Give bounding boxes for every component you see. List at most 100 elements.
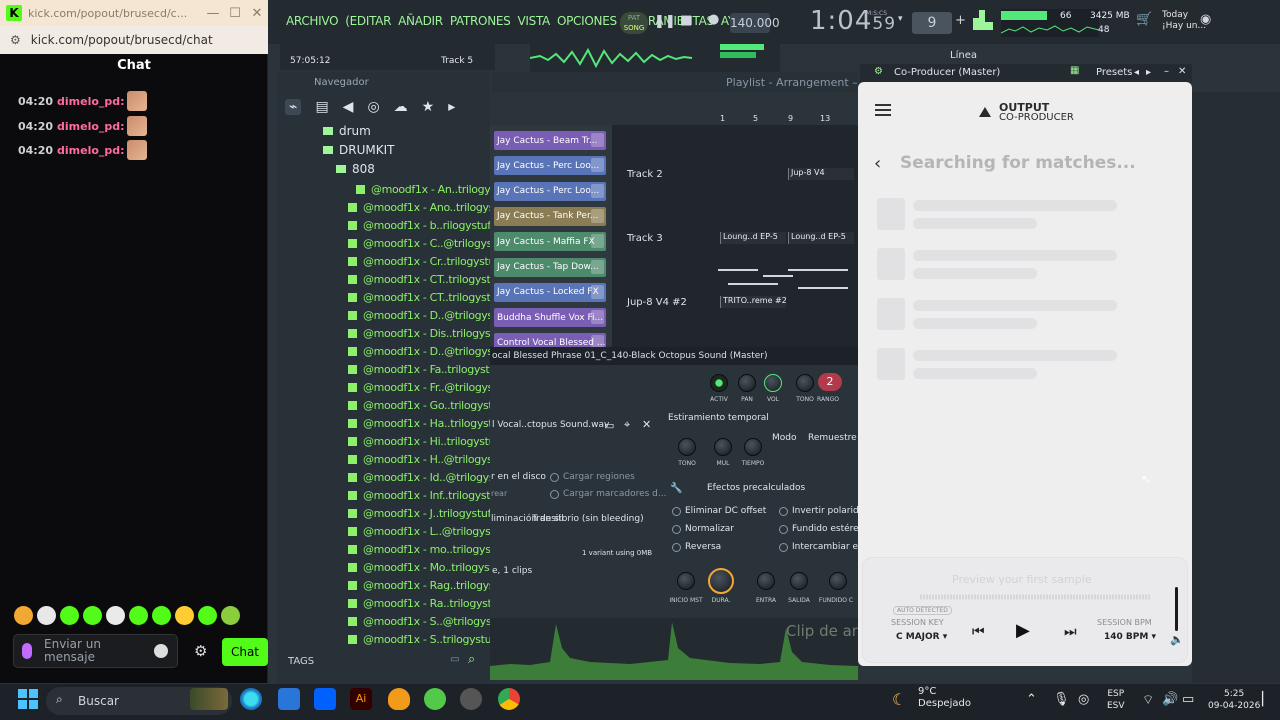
menu-item-patterns[interactable]: PATRONES — [450, 14, 511, 28]
cloud-icon[interactable]: ☁ — [394, 99, 408, 115]
close-icon[interactable]: ✕ — [246, 6, 268, 21]
emoji-icon[interactable] — [154, 644, 168, 658]
file-item[interactable]: @moodf1x - CT..trilogystuff — [348, 270, 504, 288]
edge-icon[interactable] — [240, 688, 262, 710]
file-item[interactable]: @moodf1x - Go..trilogystuff — [348, 396, 506, 414]
pattern-song-toggle[interactable]: PAT SONG — [620, 12, 648, 34]
app-icon[interactable] — [460, 688, 482, 710]
emote-icon[interactable] — [37, 606, 56, 625]
address-bar[interactable]: ⚙ kick.com/popout/brusecd/chat — [0, 26, 268, 54]
shop-cart-icon[interactable]: 🛒 — [1136, 12, 1152, 27]
menu-item-options[interactable]: OPCIONES — [557, 14, 617, 28]
folder-icon[interactable]: ▭ — [604, 419, 614, 432]
load-markers-option[interactable]: Cargar marcadores d... — [550, 489, 666, 499]
session-key-select[interactable]: C MAJOR ▾ — [896, 632, 947, 642]
start-knob[interactable] — [677, 572, 695, 590]
message-user[interactable]: dimelo_pd: — [57, 144, 125, 157]
favorites-icon[interactable]: ★ — [422, 99, 435, 115]
track-label[interactable]: Track 3 — [627, 233, 663, 244]
stretch-pitch-knob[interactable] — [678, 438, 696, 456]
playlist-clip[interactable]: Loung..d EP-5 — [788, 232, 854, 244]
notifications-icon[interactable]: ▏ — [1262, 692, 1272, 707]
snap-selector[interactable]: Línea — [950, 50, 977, 61]
tray-app-icon[interactable]: ◎ — [1078, 692, 1089, 707]
emote-icon[interactable] — [175, 606, 194, 625]
activity-knob[interactable] — [710, 374, 728, 392]
file-item[interactable]: @moodf1x - J..trilogystuff★ — [348, 504, 504, 522]
track-label[interactable]: Jup-8 V4 #2 — [627, 297, 687, 308]
channel-button[interactable]: Buddha Shuffle Vox Fi... — [494, 308, 606, 328]
option-invert-polarity[interactable]: Invertir polarida — [779, 506, 864, 516]
file-item[interactable]: @moodf1x - C..@trilogystuff — [348, 234, 510, 252]
file-item[interactable]: @moodf1x - Inf..trilogystuff — [348, 486, 504, 504]
playlist-clip[interactable]: Jup-8 V4 — [788, 168, 854, 180]
gear-icon[interactable]: ⚙ — [194, 642, 207, 660]
file-item[interactable]: @moodf1x - Mo..trilogystuff — [348, 558, 507, 576]
previous-track-icon[interactable]: ⏮ — [972, 624, 985, 640]
playlist-clip[interactable]: TRITO..reme #2 — [720, 296, 786, 308]
file-item[interactable]: @moodf1x - D..@trilogystuff — [348, 342, 511, 360]
web-icon[interactable]: ◎ — [367, 99, 379, 115]
taskbar-clock[interactable]: 5:25 09-04-2026 — [1208, 688, 1260, 712]
site-settings-icon[interactable]: ⚙ — [10, 33, 21, 47]
file-item[interactable]: @moodf1x - Hi..trilogystuff — [348, 432, 503, 450]
maximize-icon[interactable]: ☐ — [224, 6, 246, 21]
option-stereo-fade[interactable]: Fundido estére — [779, 524, 859, 534]
pattern-add-icon[interactable]: + — [955, 13, 966, 28]
option-swap-stereo[interactable]: Intercambiar es — [779, 542, 863, 552]
all-files-icon[interactable]: ⌁ — [285, 99, 302, 115]
out-knob[interactable] — [790, 572, 808, 590]
file-item[interactable]: @moodf1x - Cr..trilogystuff — [348, 252, 503, 270]
file-item[interactable]: @moodf1x - D..@trilogystuff — [348, 306, 511, 324]
app-icon[interactable] — [278, 688, 300, 710]
windows-start-icon[interactable] — [18, 689, 38, 709]
mode-label[interactable]: Modo — [772, 433, 797, 443]
volume-knob[interactable] — [764, 374, 782, 392]
folder-drum[interactable]: drum — [323, 124, 371, 138]
presets-label[interactable]: Presets — [1096, 67, 1132, 78]
file-item[interactable]: @moodf1x - S..@trilogystuff — [348, 612, 509, 630]
record-icon[interactable]: ● — [708, 12, 719, 27]
file-item[interactable]: @moodf1x - CT..trilogystuff — [348, 288, 504, 306]
file-item[interactable]: @moodf1x - H..@trilogystuff — [348, 450, 510, 468]
emote-icon[interactable] — [106, 606, 125, 625]
file-item[interactable]: @moodf1x - Id..@trilogystuff — [348, 468, 512, 486]
file-item[interactable]: @moodf1x - b..rilogystuff★ — [348, 216, 504, 234]
emote-icon[interactable] — [129, 606, 148, 625]
minimize-icon[interactable]: — — [202, 6, 224, 21]
crossfade-knob[interactable] — [829, 572, 847, 590]
volume-slider[interactable] — [1175, 587, 1178, 631]
fl-studio-icon[interactable] — [388, 688, 410, 710]
file-item[interactable]: @moodf1x - Fr..@trilogystuff — [348, 378, 511, 396]
pitch-range[interactable]: 2 — [818, 373, 842, 391]
next-track-icon[interactable]: ⏭ — [1064, 624, 1077, 640]
in-knob[interactable] — [757, 572, 775, 590]
file-item[interactable]: @moodf1x - Dis..trilogystuff — [348, 324, 508, 342]
illustrator-icon[interactable]: Ai — [350, 688, 372, 710]
folder-808[interactable]: 808 — [336, 162, 375, 176]
folder-drumkit[interactable]: DRUMKIT — [323, 143, 394, 157]
stretch-time-knob[interactable] — [744, 438, 762, 456]
menu-item-edit[interactable]: (EDITAR — [345, 14, 391, 28]
tray-chevron-icon[interactable]: ⌃ — [1026, 692, 1037, 707]
menu-item-add[interactable]: AÑADIR — [398, 14, 443, 28]
chat-input[interactable]: Enviar un mensaje — [13, 634, 178, 668]
emote-icon[interactable] — [60, 606, 79, 625]
minimize-icon[interactable]: – — [1164, 66, 1169, 77]
channel-button[interactable]: Jay Cactus - Locked FX — [494, 282, 606, 302]
app-icon[interactable] — [424, 688, 446, 710]
next-preset-icon[interactable]: ▸ — [1146, 67, 1151, 78]
emote-icon[interactable] — [221, 606, 240, 625]
channel-button[interactable]: Jay Cactus - Maffia FX — [494, 232, 606, 252]
stretch-mul-knob[interactable] — [714, 438, 732, 456]
pan-knob[interactable] — [738, 374, 756, 392]
emote-icon[interactable] — [152, 606, 171, 625]
channel-button[interactable]: Jay Cactus - Tap Dow... — [494, 257, 606, 277]
close-icon[interactable]: ✕ — [642, 418, 651, 431]
emote-icon[interactable] — [83, 606, 102, 625]
back-chevron-icon[interactable]: ‹ — [874, 153, 881, 174]
sample-name[interactable]: l Vocal..ctopus Sound.wav — [492, 420, 609, 430]
widget-app-icon[interactable] — [190, 688, 228, 710]
channel-button[interactable]: Jay Cactus - Beam Tr... — [494, 131, 606, 150]
menu-item-view[interactable]: VISTA — [517, 14, 550, 28]
